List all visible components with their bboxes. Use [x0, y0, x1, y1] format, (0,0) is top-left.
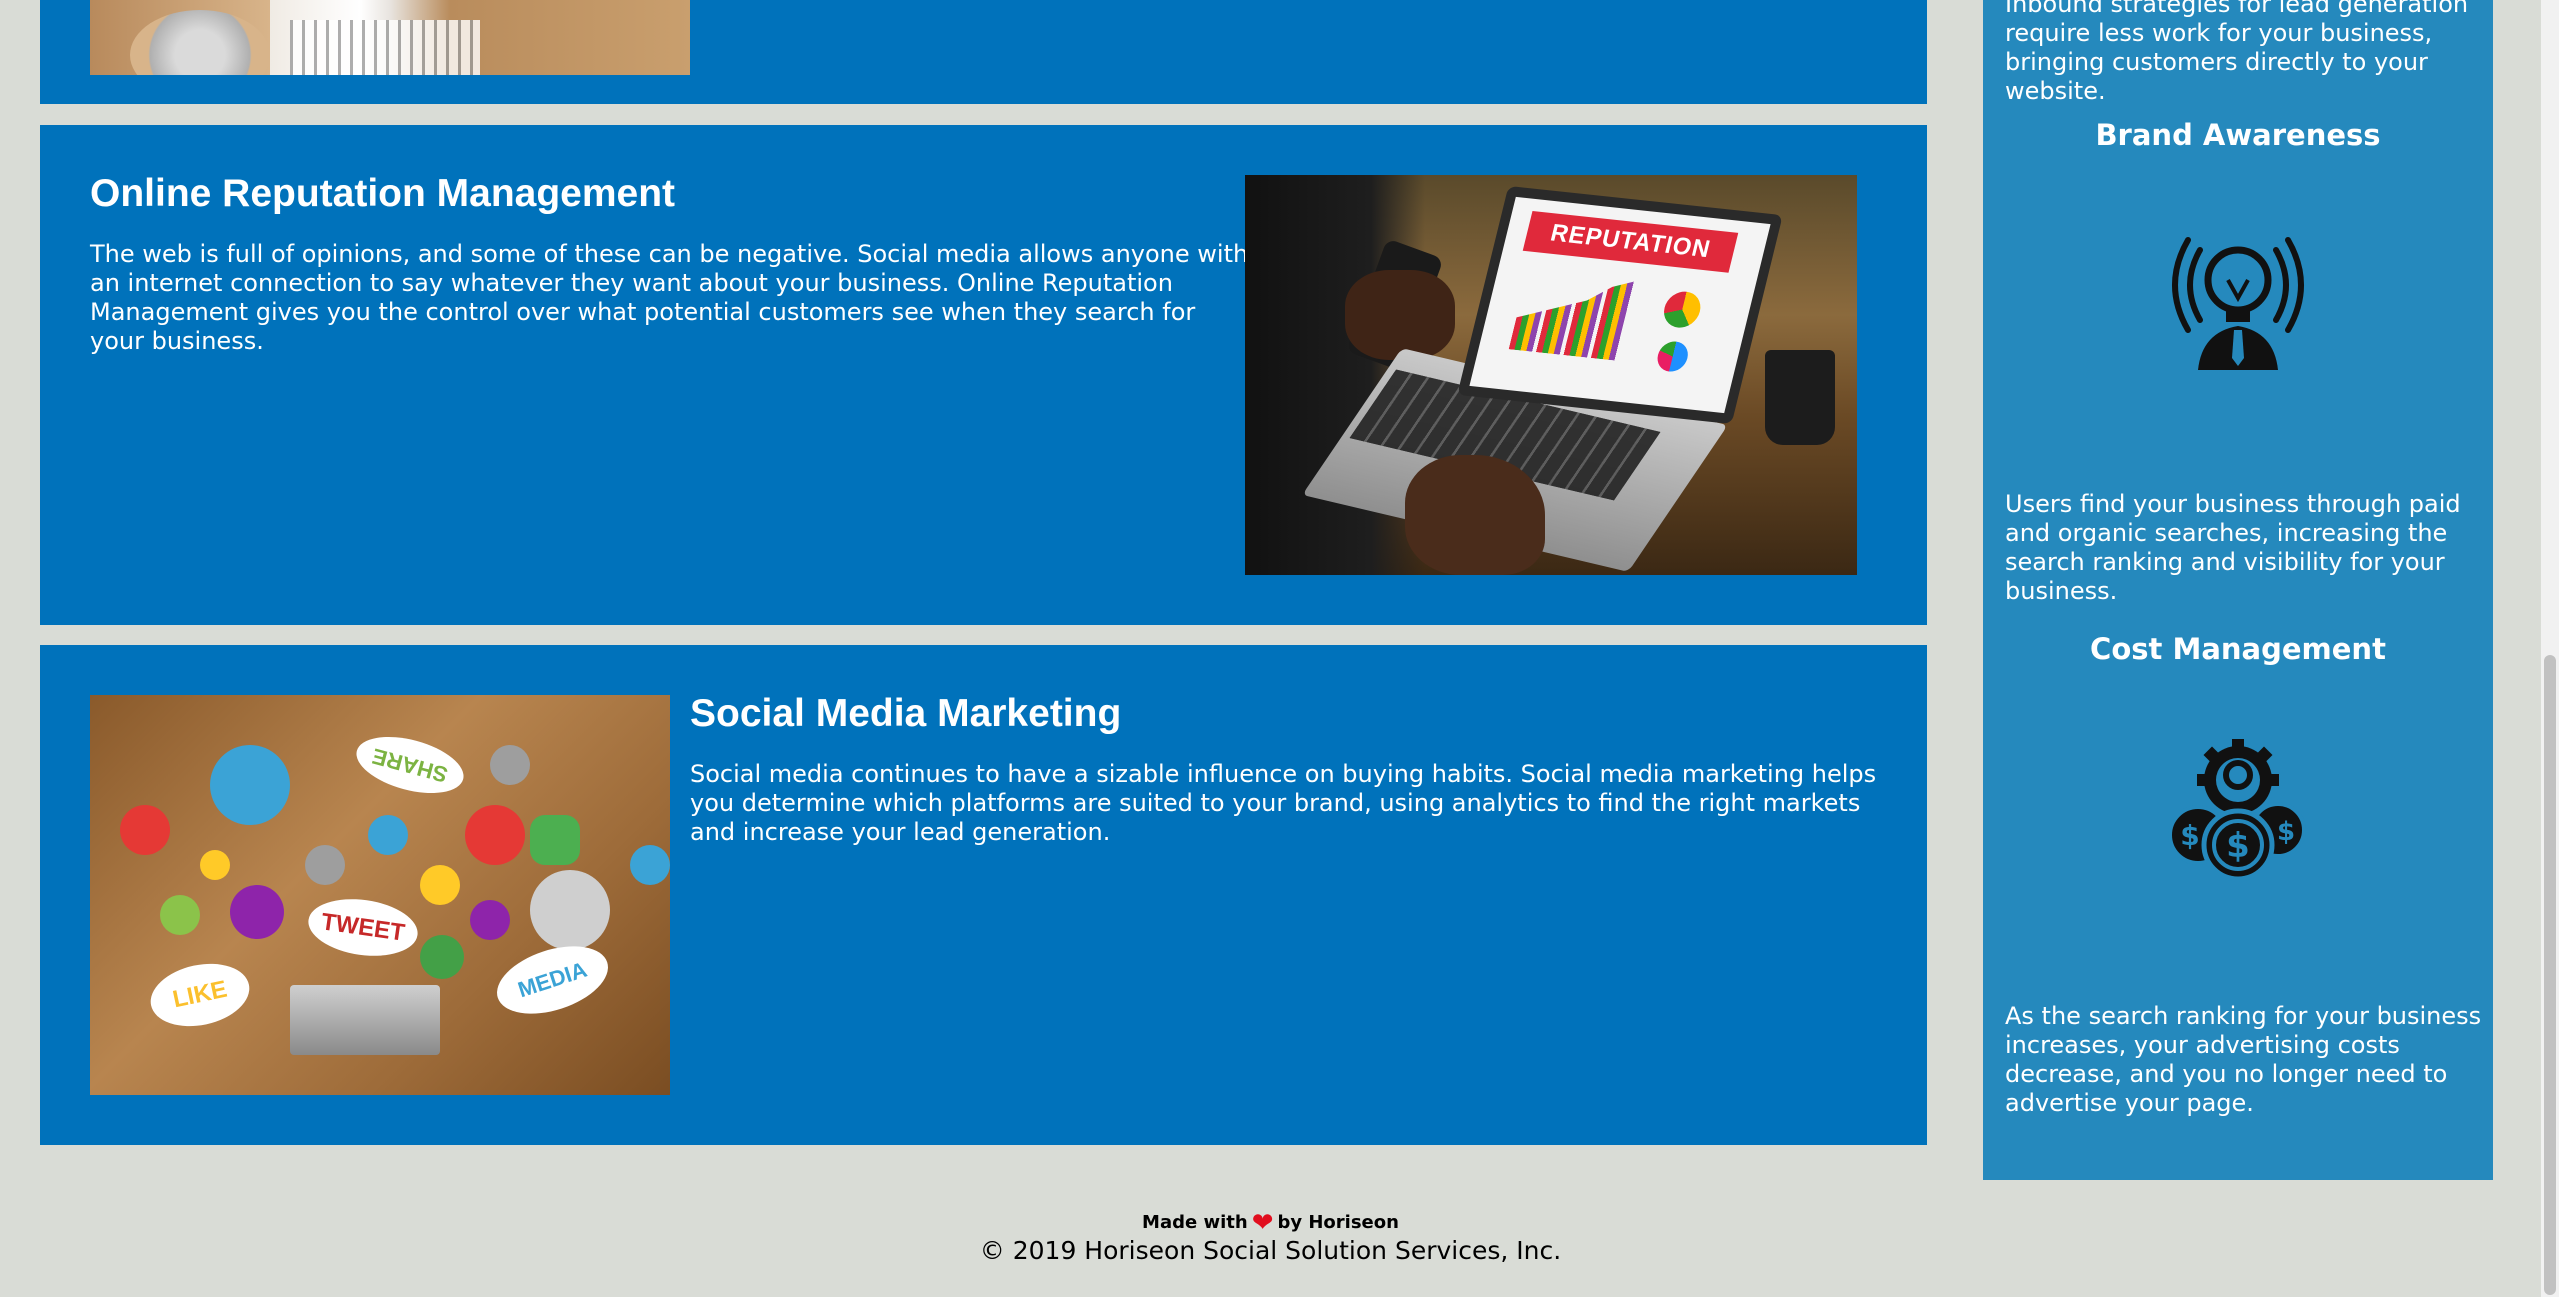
star-icon: [305, 845, 345, 885]
by-horiseon-text: by Horiseon: [1277, 1212, 1399, 1233]
seo-image: [90, 0, 690, 75]
scrollbar-thumb[interactable]: [2544, 655, 2556, 1295]
lead-generation-text: Inbound strategies for lead generation r…: [2005, 0, 2469, 105]
brand-awareness-text: Users find your business through paid an…: [2005, 490, 2461, 605]
music-icon: [470, 900, 510, 940]
bar-graph-shape: [1509, 270, 1636, 361]
like-bubble: LIKE: [144, 955, 256, 1035]
search-icon: [420, 865, 460, 905]
reputation-banner: REPUTATION: [1522, 210, 1739, 273]
coffee-cup-shape: [130, 10, 270, 75]
benefits-sidebar: Inbound strategies for lead generation r…: [1983, 0, 2493, 1180]
social-media-title: Social Media Marketing: [690, 692, 1122, 735]
svg-text:$: $: [2226, 826, 2250, 866]
wifi-icon: [160, 895, 200, 935]
hand-shape: [1345, 270, 1455, 360]
lightbulb-icon: [120, 805, 170, 855]
plant-shape: [530, 815, 580, 865]
chat-icon: [230, 885, 284, 939]
copyright: © 2019 Horiseon Social Solution Services…: [979, 1236, 1562, 1265]
folder-icon: [490, 745, 530, 785]
reputation-text: The web is full of opinions, and some of…: [90, 240, 1249, 355]
social-media-marketing-section: SHARE TWEET LIKE MEDIA Social Media Mark…: [40, 645, 1927, 1145]
vertical-scrollbar[interactable]: [2541, 0, 2559, 1297]
pie-shape: [1660, 289, 1705, 330]
cup-shape: [1765, 350, 1835, 445]
search-engine-optimization-section: [40, 0, 1927, 104]
laptop-shape: [290, 985, 440, 1055]
lightbulb-person-icon: [2158, 220, 2318, 380]
typing-hand-shape: [1405, 455, 1545, 575]
note-icon: [200, 850, 230, 880]
gear-coins-icon: $ $ $: [2158, 735, 2318, 895]
footer: Made with ❤ by Horiseon © 2019 Horiseon So…: [0, 1210, 2541, 1266]
online-reputation-management-section: Online Reputation Management The web is …: [40, 125, 1927, 625]
social-media-image: SHARE TWEET LIKE MEDIA: [90, 695, 670, 1095]
brand-awareness-title: Brand Awareness: [2095, 118, 2381, 152]
cost-management-title: Cost Management: [2090, 632, 2386, 666]
camera-icon: [368, 815, 408, 855]
c-icon: [630, 845, 670, 885]
laptop-screen-shape: REPUTATION: [1457, 185, 1783, 425]
svg-text:$: $: [2180, 819, 2199, 852]
cost-management-text: As the search ranking for your business …: [2005, 1002, 2482, 1117]
pie-shape-2: [1654, 340, 1692, 374]
made-with-text: Made with: [1142, 1212, 1248, 1233]
reputation-title: Online Reputation Management: [90, 172, 676, 215]
page: Online Reputation Management The web is …: [0, 0, 2559, 1297]
made-with-line: Made with ❤ by Horiseon: [0, 1210, 2541, 1236]
robot-icon: [530, 870, 610, 950]
tweet-bubble: TWEET: [304, 892, 422, 963]
refresh-icon: [420, 935, 464, 979]
reputation-image: REPUTATION: [1245, 175, 1857, 575]
svg-text:$: $: [2277, 817, 2295, 847]
notebook-shape: [290, 20, 480, 75]
social-media-text: Social media continues to have a sizable…: [690, 760, 1877, 846]
share-bubble: SHARE: [350, 726, 470, 804]
media-bubble: MEDIA: [488, 933, 617, 1027]
cloud-icon: [210, 745, 290, 825]
phone-icon: [465, 805, 525, 865]
heart-icon: ❤: [1251, 1208, 1274, 1238]
